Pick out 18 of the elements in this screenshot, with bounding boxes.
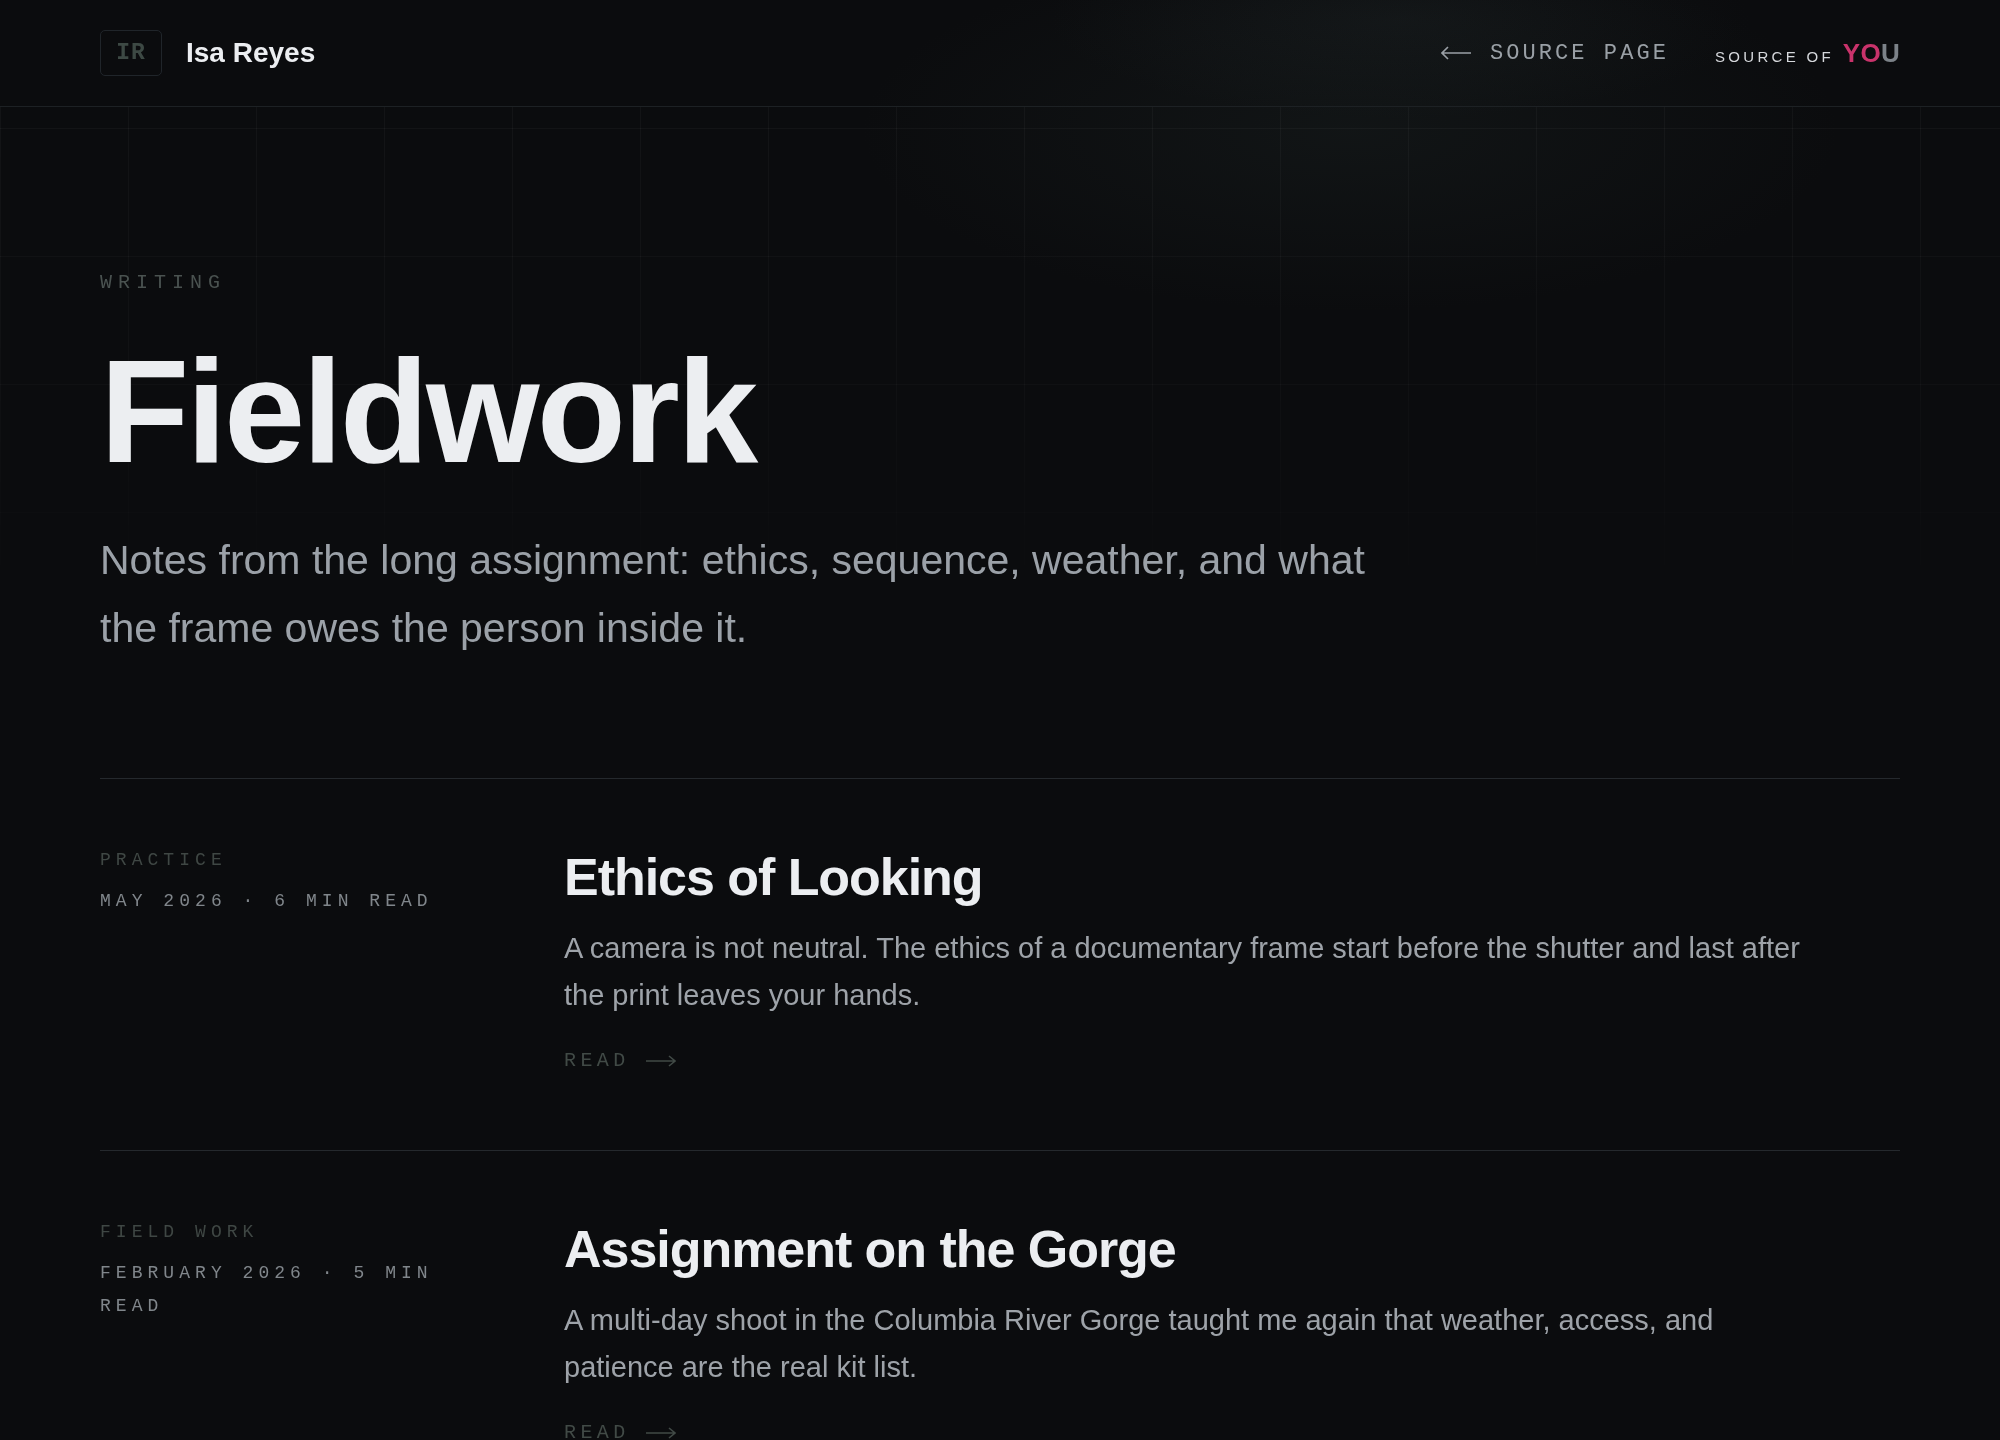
article-meta: MAY 2026 · 6 MIN READ <box>100 890 434 913</box>
article-summary: A multi-day shoot in the Columbia River Gorge taught me again that weather, access, and patience are the real kit list. <box>564 1303 1715 1385</box>
page-title: Fieldwork <box>100 339 756 485</box>
article-meta: FEBRUARY 2026 · 5 MIN READ <box>100 1262 434 1318</box>
section-label: WRITING <box>100 271 226 295</box>
monogram-logo: IR <box>100 30 162 76</box>
article-title: Assignment on the Gorge <box>564 1219 1176 1280</box>
brand-logo[interactable]: SOURCE OF YOU <box>1715 37 1900 69</box>
site-name[interactable]: Isa Reyes <box>186 37 316 69</box>
article-category: FIELD WORK <box>100 1221 259 1244</box>
arrow-right-icon <box>645 1427 676 1439</box>
arrow-right-icon <box>645 1055 676 1067</box>
article-summary: A camera is not neutral. The ethics of a documentary frame start before the shutter and last after the print leaves your hands. <box>564 931 1801 1013</box>
article-category: PRACTICE <box>100 849 227 872</box>
article-title: Ethics of Looking <box>564 847 983 908</box>
source-page-link[interactable]: SOURCE PAGE <box>1440 40 1669 66</box>
page-intro: Notes from the long assignment: ethics, sequence, weather, and what the frame owes the person inside it. <box>100 536 1366 653</box>
arrow-left-icon <box>1440 46 1471 60</box>
